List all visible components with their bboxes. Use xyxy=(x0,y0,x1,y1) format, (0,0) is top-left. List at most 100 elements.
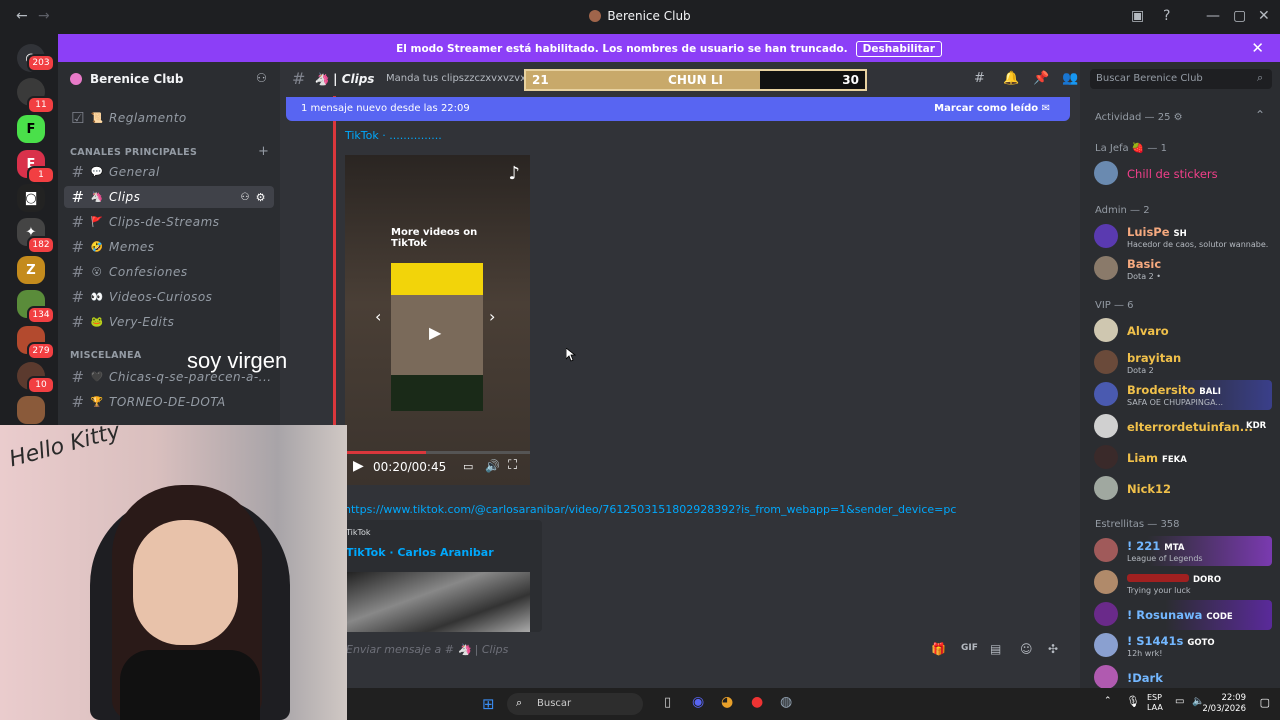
close-window-icon[interactable]: ✕ xyxy=(1258,8,1270,24)
channel-torneo-de-dota[interactable]: # 🏆 TORNEO-DE-DOTA xyxy=(64,391,274,413)
category-main[interactable]: CANALES PRINCIPALES xyxy=(70,147,197,158)
member-item[interactable]: Alvaro xyxy=(1094,316,1272,346)
clock[interactable]: 22:09 2/03/2026 xyxy=(1202,693,1246,715)
server-icon-2[interactable]: F xyxy=(17,115,45,143)
category-misc[interactable]: MISCELANEA xyxy=(70,350,142,361)
channel-very-edits[interactable]: # 🐸 Very-Edits xyxy=(64,311,274,333)
search-input[interactable]: Buscar Berenice Club xyxy=(1090,69,1272,89)
invite-icon[interactable]: ⚇ xyxy=(241,192,250,203)
channel-label: Clips xyxy=(109,190,141,204)
channel-label: TORNEO-DE-DOTA xyxy=(109,395,226,409)
sticker-icon[interactable]: ▤ xyxy=(990,642,1001,656)
channel-confesiones[interactable]: # 😮 Confesiones xyxy=(64,261,274,283)
video-player[interactable]: ♪ More videos on TikTok ▶ ‹ › ▶ 00:20/00… xyxy=(345,155,530,485)
activity-header[interactable]: Actividad — 25 ⚙ xyxy=(1095,112,1183,123)
server-icon-4[interactable]: ◙ xyxy=(17,184,45,212)
task-view-icon[interactable]: ▯ xyxy=(664,695,671,710)
member-item[interactable]: DORO Trying your luck xyxy=(1094,568,1272,598)
tray-chevron-icon[interactable]: ⌃ xyxy=(1104,696,1112,706)
channel-general[interactable]: # 💬 General xyxy=(64,161,274,183)
member-item[interactable]: Liam FEKA xyxy=(1094,443,1272,473)
video-thumbnail[interactable]: ▶ xyxy=(391,263,483,411)
captions-icon[interactable]: ▭ xyxy=(463,460,473,473)
play-icon: ▶ xyxy=(429,323,442,342)
app-taskbar-icon[interactable]: ● xyxy=(751,694,763,710)
discord-taskbar-icon[interactable]: ◉ xyxy=(692,694,704,710)
close-banner-icon[interactable]: ✕ xyxy=(1251,39,1264,57)
channel-videos-curiosos[interactable]: # 👀 Videos-Curiosos xyxy=(64,286,274,308)
streamer-mode-banner: El modo Streamer está habilitado. Los no… xyxy=(58,34,1280,62)
gear-icon[interactable]: ⚙ xyxy=(256,191,266,204)
add-channel-icon[interactable]: + xyxy=(258,144,269,159)
chrome-taskbar-icon[interactable]: ◕ xyxy=(721,694,733,710)
channel-label: Clips-de-Streams xyxy=(109,215,220,229)
member-item[interactable]: ! Rosunawa CODE xyxy=(1094,600,1272,630)
mark-read-button[interactable]: Marcar como leído ✉ xyxy=(934,103,1050,114)
server-icon-6[interactable]: Z xyxy=(17,256,45,284)
channel-clips-de-streams[interactable]: # 🚩 Clips-de-Streams xyxy=(64,211,274,233)
title-bar: ← → Berenice Club ▣ ? — ▢ ✕ xyxy=(0,0,1280,34)
gif-icon[interactable]: GIF xyxy=(961,643,978,653)
mic-icon[interactable]: 🎙 xyxy=(1126,695,1140,708)
avatar xyxy=(1094,318,1118,342)
minimize-icon[interactable]: — xyxy=(1206,8,1220,24)
channel-reglamento[interactable]: ☑ 📜 Reglamento xyxy=(64,107,274,129)
channel-memes[interactable]: # 🤣 Memes xyxy=(64,236,274,258)
bell-icon[interactable]: 🔔 xyxy=(1003,71,1019,86)
server-header[interactable]: Berenice Club ⌄ ⚇ xyxy=(58,62,280,96)
threads-icon[interactable]: # xyxy=(974,71,985,86)
member-item[interactable]: !Dark xyxy=(1094,663,1272,690)
message-input[interactable]: Enviar mensaje a # 🦄 | Clips 🎁 GIF ▤ ☺ ✣ xyxy=(344,638,1070,664)
network-icon[interactable]: ▭ xyxy=(1175,696,1184,707)
member-item[interactable]: Basic Dota 2 • xyxy=(1094,254,1272,284)
member-item[interactable]: elterrordetuinfan... KDR xyxy=(1094,412,1272,442)
member-item[interactable]: brayitan Dota 2 xyxy=(1094,348,1272,378)
member-list-icon[interactable]: 👥 xyxy=(1062,71,1078,86)
play-button-icon[interactable]: ▶ xyxy=(353,458,364,474)
inbox-icon[interactable]: ▣ xyxy=(1131,8,1144,24)
collapse-icon[interactable]: ⌃ xyxy=(1255,108,1265,122)
disable-streamer-button[interactable]: Deshabilitar xyxy=(855,41,942,57)
embed-title-link[interactable]: TikTok · ............... xyxy=(345,129,442,142)
channel-topic[interactable]: Manda tus clipszzczxvxvzvxvz!! xyxy=(386,73,545,84)
language-indicator[interactable]: ESP LAA xyxy=(1147,693,1163,713)
taskbar-search[interactable]: Buscar xyxy=(507,693,643,715)
channel-clips[interactable]: # 🦄 Clips ⚇ ⚙ xyxy=(64,186,274,208)
avatar xyxy=(1094,256,1118,280)
add-member-icon[interactable]: ⚇ xyxy=(256,71,267,85)
server-badge: 1 xyxy=(27,166,55,184)
volume-icon[interactable]: 🔊 xyxy=(485,459,500,473)
emoji-icon[interactable]: ☺ xyxy=(1020,642,1033,656)
pin-icon[interactable]: 📌 xyxy=(1033,71,1049,86)
progress-track[interactable] xyxy=(345,451,530,454)
windows-start-icon[interactable]: ⊞ xyxy=(482,695,495,713)
member-item[interactable]: ! 221 MTA League of Legends xyxy=(1094,536,1272,566)
score-center: CHUN LI xyxy=(668,73,723,87)
hash-icon: # xyxy=(292,69,306,88)
steam-taskbar-icon[interactable]: ◍ xyxy=(780,694,792,710)
help-icon[interactable]: ? xyxy=(1163,8,1170,24)
server-icon-10[interactable] xyxy=(17,396,45,424)
member-item[interactable]: Nick12 xyxy=(1094,474,1272,504)
next-icon[interactable]: › xyxy=(489,307,495,326)
fullscreen-icon[interactable]: ⛶ xyxy=(508,458,517,473)
apps-icon[interactable]: ✣ xyxy=(1048,642,1058,656)
maximize-icon[interactable]: ▢ xyxy=(1233,8,1246,24)
avatar xyxy=(1094,476,1118,500)
channel-label: Memes xyxy=(109,240,155,254)
notifications-icon[interactable]: ▢ xyxy=(1260,696,1270,709)
member-item[interactable]: Chill de stickers xyxy=(1094,159,1272,189)
member-item[interactable]: Brodersito BALI SAFA OE CHUPAPINGA... xyxy=(1094,380,1272,410)
embed-title-link[interactable]: TikTok · Carlos Aranibar xyxy=(346,546,494,559)
member-item[interactable]: ! S1441s GOTO 12h wrk! xyxy=(1094,631,1272,661)
embed-thumbnail[interactable] xyxy=(347,572,530,632)
checkbox-icon: ☑ xyxy=(71,109,85,127)
member-item[interactable]: LuisPe SH Hacedor de caos, solutor wannabe… xyxy=(1094,222,1272,252)
avatar xyxy=(1094,350,1118,374)
new-messages-bar[interactable]: 1 mensaje nuevo desde las 22:09 Marcar c… xyxy=(286,97,1070,121)
video-time: 00:20/00:45 xyxy=(373,460,447,474)
more-videos-title: More videos on TikTok xyxy=(391,227,478,249)
tiktok-url-link[interactable]: https://www.tiktok.com/@carlosaranibar/v… xyxy=(344,503,1064,516)
prev-icon[interactable]: ‹ xyxy=(375,307,381,326)
gift-icon[interactable]: 🎁 xyxy=(931,642,946,656)
